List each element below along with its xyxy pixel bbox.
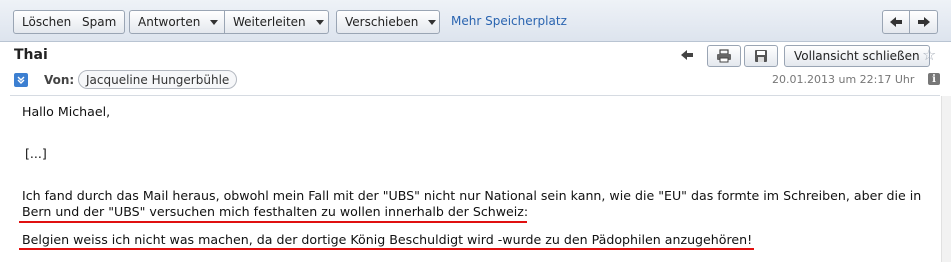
ellipsis-line: [...] <box>25 146 47 161</box>
from-label: Von: <box>44 73 75 87</box>
star-icon[interactable]: ☆ <box>922 45 936 64</box>
print-icon <box>717 49 731 63</box>
save-icon <box>755 50 767 62</box>
arrow-left-icon <box>890 17 902 27</box>
save-button[interactable] <box>744 45 778 67</box>
print-button[interactable] <box>707 45 741 67</box>
expand-icon[interactable] <box>14 73 28 87</box>
vertical-scrollbar[interactable] <box>941 96 951 262</box>
spam-label: Spam <box>82 15 117 29</box>
red-underline-2 <box>19 248 754 250</box>
forward-button[interactable]: Weiterleiten <box>225 10 329 34</box>
mail-toolbar: Löschen Spam Antworten Weiterleiten Vers… <box>0 0 951 42</box>
delete-button[interactable]: Löschen <box>13 10 81 34</box>
body-line-2: Bern und der "UBS" versuchen mich festha… <box>22 204 529 219</box>
full-view-label: Vollansicht schließen <box>794 49 920 63</box>
sender-name: Jacqueline Hungerbühle <box>86 72 230 87</box>
delete-label: Löschen <box>22 15 72 29</box>
forward-label: Weiterleiten <box>233 15 306 29</box>
body-line-3: Belgien weiss ich nicht was machen, da d… <box>22 232 753 247</box>
previous-mail-button[interactable] <box>882 10 910 34</box>
more-storage-link[interactable]: Mehr Speicherplatz <box>451 14 567 28</box>
sender-chip[interactable]: Jacqueline Hungerbühle <box>78 70 238 89</box>
mail-datetime: 20.01.2013 um 22:17 Uhr <box>772 73 915 86</box>
red-underline-1 <box>19 221 527 223</box>
reply-arrow-icon[interactable] <box>680 49 694 64</box>
arrow-right-icon <box>917 17 930 27</box>
info-icon[interactable]: i <box>928 73 940 85</box>
header-divider <box>10 95 940 96</box>
body-line-1: Ich fand durch das Mail heraus, obwohl m… <box>22 188 922 203</box>
reply-label: Antworten <box>138 15 201 29</box>
reply-button[interactable]: Antworten <box>129 10 225 34</box>
mail-subject: Thai <box>14 47 48 63</box>
greeting-line: Hallo Michael, <box>22 104 111 119</box>
spam-button[interactable]: Spam <box>74 10 126 34</box>
close-full-view-button[interactable]: Vollansicht schließen <box>784 45 930 67</box>
next-mail-button[interactable] <box>910 10 938 34</box>
dropdown-caret-icon <box>315 19 324 25</box>
move-label: Verschieben <box>345 15 419 29</box>
dropdown-caret-icon <box>428 19 437 25</box>
move-button[interactable]: Verschieben <box>336 10 440 34</box>
dropdown-caret-icon <box>210 19 219 25</box>
